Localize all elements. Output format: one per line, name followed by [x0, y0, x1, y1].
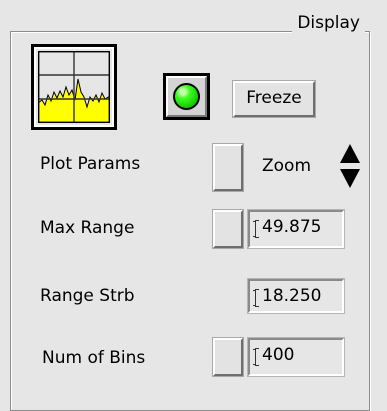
text-cursor-icon — [253, 348, 259, 366]
plot-params-toggle[interactable] — [212, 143, 244, 192]
num-bins-value: 400 — [262, 345, 295, 365]
num-bins-toggle[interactable] — [212, 337, 244, 377]
freeze-button[interactable]: Freeze — [232, 80, 316, 118]
range-strb-input[interactable]: 18.250 — [247, 278, 345, 314]
waveform-plot-icon — [38, 51, 110, 123]
plot-button[interactable] — [31, 44, 117, 130]
max-range-toggle[interactable] — [212, 209, 244, 249]
display-group-title: Display — [292, 12, 365, 34]
text-cursor-icon — [253, 289, 259, 307]
text-cursor-icon — [253, 220, 259, 238]
zoom-label: Zoom — [262, 156, 312, 176]
num-bins-input[interactable]: 400 — [247, 337, 345, 377]
num-bins-label: Num of Bins — [42, 348, 146, 368]
status-led-frame — [163, 73, 210, 120]
up-down-arrow-icon[interactable] — [339, 143, 361, 189]
green-led-icon — [173, 83, 200, 110]
range-strb-label: Range Strb — [40, 286, 135, 306]
range-strb-value: 18.250 — [262, 286, 322, 306]
max-range-label: Max Range — [40, 218, 135, 238]
plot-params-label: Plot Params — [40, 154, 141, 174]
max-range-value: 49.875 — [262, 217, 322, 237]
max-range-input[interactable]: 49.875 — [247, 209, 345, 249]
